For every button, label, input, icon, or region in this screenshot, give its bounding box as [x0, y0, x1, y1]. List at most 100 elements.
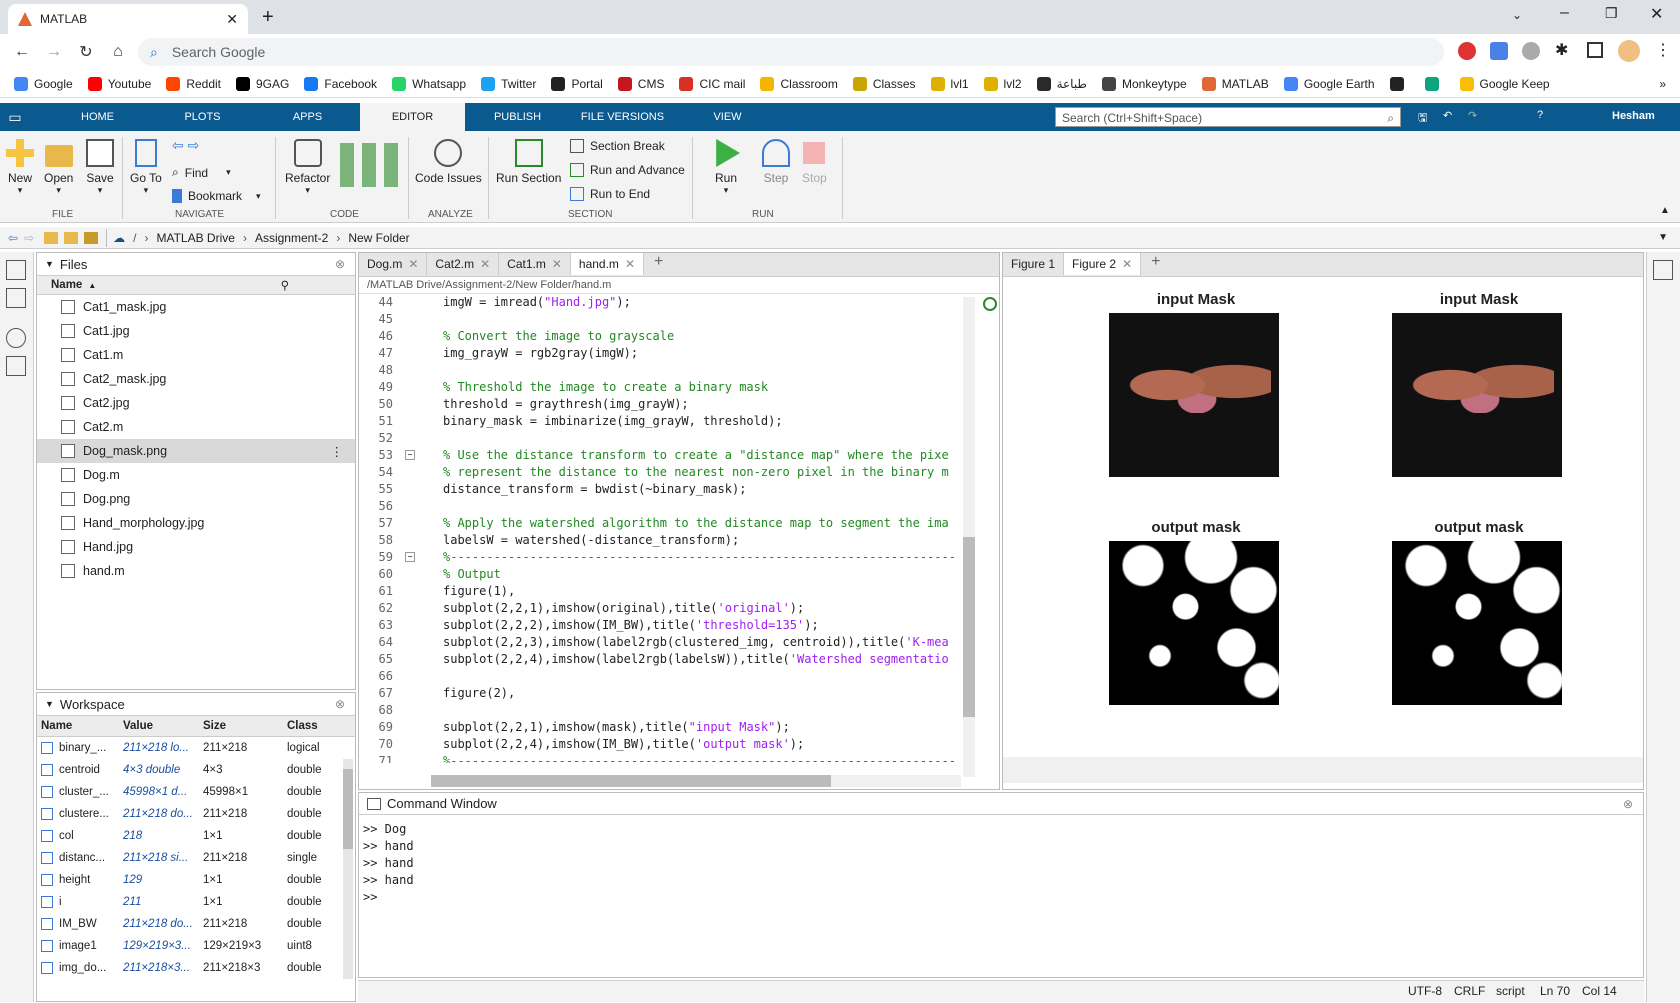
- save-quick-icon[interactable]: 🖫: [1418, 109, 1427, 128]
- code-line[interactable]: 53% Use the distance transform to create…: [363, 447, 999, 464]
- panel-close-icon[interactable]: ⊗: [335, 257, 345, 271]
- code-line[interactable]: 48: [363, 362, 999, 379]
- files-panel-icon[interactable]: [6, 260, 26, 280]
- user-menu[interactable]: Hesham: [1612, 110, 1655, 122]
- file-item[interactable]: hand.m: [37, 559, 355, 583]
- breadcrumb-folder[interactable]: New Folder: [348, 231, 409, 245]
- bookmark-item[interactable]: 9GAG: [236, 76, 289, 91]
- redo-icon[interactable]: ↷: [1468, 109, 1477, 122]
- toolstrip-tab-home[interactable]: HOME: [45, 103, 150, 131]
- close-tab-icon[interactable]: ✕: [226, 11, 238, 28]
- code-line[interactable]: 52: [363, 430, 999, 447]
- file-item[interactable]: Cat1.jpg: [37, 319, 355, 343]
- code-line[interactable]: 67 figure(2),: [363, 685, 999, 702]
- code-line[interactable]: 62 subplot(2,2,1),imshow(original),title(…: [363, 600, 999, 617]
- open-button[interactable]: Open ▾: [44, 139, 73, 196]
- path-forward-icon[interactable]: ⇨: [24, 231, 34, 245]
- path-dropdown-icon[interactable]: ▼: [1658, 232, 1668, 243]
- editor-hscroll[interactable]: [431, 775, 961, 787]
- matlab-logo-icon[interactable]: ▭: [0, 109, 30, 126]
- bookmark-item[interactable]: طباعة: [1036, 76, 1087, 91]
- figure-tab[interactable]: Figure 2 ✕: [1064, 253, 1142, 275]
- bookmark-item[interactable]: CIC mail: [679, 76, 745, 91]
- breadcrumb-assignment[interactable]: Assignment-2: [255, 231, 328, 245]
- bookmark-item[interactable]: Reddit: [166, 76, 221, 91]
- code-area[interactable]: 44 imgW = imread("Hand.jpg"); 45 46% Conver…: [359, 293, 999, 763]
- bookmark-item[interactable]: Google Earth: [1283, 76, 1375, 91]
- file-item[interactable]: Cat2.jpg: [37, 391, 355, 415]
- extension-icon[interactable]: [1458, 42, 1476, 60]
- toolstrip-tab-apps[interactable]: APPS: [255, 103, 360, 131]
- bookmark-item[interactable]: Portal: [551, 76, 603, 91]
- file-item[interactable]: Hand_morphology.jpg: [37, 511, 355, 535]
- workspace-row[interactable]: IM_BW 211×218 do... 211×218 double: [37, 913, 355, 935]
- breadcrumb-drive[interactable]: MATLAB Drive: [156, 231, 234, 245]
- refactor-button[interactable]: Refactor ▾: [285, 139, 330, 196]
- forward-icon[interactable]: →: [40, 38, 68, 66]
- documentation-icon[interactable]: [1653, 260, 1673, 280]
- workspace-row[interactable]: centroid 4×3 double 4×3 double: [37, 759, 355, 781]
- close-tab-icon[interactable]: ✕: [408, 257, 418, 271]
- code-line[interactable]: 61 figure(1),: [363, 583, 999, 600]
- code-line[interactable]: 56: [363, 498, 999, 515]
- browse-folder-icon[interactable]: [64, 231, 79, 244]
- collapse-icon[interactable]: ▼: [45, 699, 54, 709]
- more-options-icon[interactable]: ⋮: [331, 444, 344, 459]
- add-tab-icon[interactable]: +: [644, 253, 673, 276]
- puzzle-icon[interactable]: ✱: [1555, 40, 1568, 60]
- back-icon[interactable]: ←: [8, 38, 36, 66]
- bookmark-item[interactable]: MATLAB: [1201, 76, 1269, 91]
- toolstrip-tab-editor[interactable]: EDITOR: [360, 103, 465, 131]
- tab-search-icon[interactable]: ⌄: [1512, 8, 1522, 22]
- profile-avatar[interactable]: [1618, 40, 1640, 62]
- bookmark-item[interactable]: Google Keep: [1459, 76, 1550, 91]
- code-line[interactable]: 45: [363, 311, 999, 328]
- code-line[interactable]: 50 threshold = graythresh(img_grayW);: [363, 396, 999, 413]
- figure-canvas[interactable]: input Mask input Mask output mask output…: [1003, 277, 1643, 783]
- bookmark-item[interactable]: Facebook: [304, 76, 377, 91]
- new-tab-icon[interactable]: +: [262, 6, 274, 29]
- maximize-icon[interactable]: ❐: [1605, 5, 1618, 22]
- run-button[interactable]: Run ▾: [712, 139, 740, 196]
- bookmark-item[interactable]: lvl1: [930, 76, 969, 91]
- toolstrip-tab-file-versions[interactable]: FILE VERSIONS: [570, 103, 675, 131]
- file-item[interactable]: Cat2_mask.jpg: [37, 367, 355, 391]
- bookmark-item[interactable]: Classroom: [760, 76, 838, 91]
- workspace-row[interactable]: clustere... 211×218 do... 211×218 double: [37, 803, 355, 825]
- bookmark-item[interactable]: Classes: [852, 76, 916, 91]
- bookmark-item[interactable]: [1424, 76, 1445, 91]
- status-col[interactable]: Col 14: [1582, 984, 1617, 998]
- code-line[interactable]: 60% Output: [363, 566, 999, 583]
- workspace-row[interactable]: img_do... 211×218×3... 211×218×3 double: [37, 957, 355, 979]
- workspace-scrollbar[interactable]: [343, 759, 353, 979]
- history-folder-icon[interactable]: [84, 231, 99, 244]
- bookmark-item[interactable]: Youtube: [87, 76, 151, 91]
- code-tools-icons[interactable]: [340, 143, 400, 187]
- stop-button[interactable]: Stop: [802, 139, 827, 185]
- panel-close-icon[interactable]: ⊗: [335, 697, 345, 711]
- close-tab-icon[interactable]: ✕: [552, 257, 562, 271]
- add-figure-icon[interactable]: +: [1141, 253, 1170, 276]
- matlab-search-input[interactable]: Search (Ctrl+Shift+Space) ⌕: [1055, 107, 1401, 127]
- code-line[interactable]: 55 distance_transform = bwdist(~binary_ma…: [363, 481, 999, 498]
- figure-tab[interactable]: Figure 1: [1003, 253, 1065, 275]
- code-line[interactable]: 69 subplot(2,2,1),imshow(mask),title("inp…: [363, 719, 999, 736]
- files-header[interactable]: Name ▲ ⚲: [37, 275, 355, 295]
- bookmark-item[interactable]: [1389, 76, 1410, 91]
- save-button[interactable]: Save ▾: [86, 139, 114, 196]
- collapse-icon[interactable]: ▼: [45, 259, 54, 269]
- file-item[interactable]: Cat1_mask.jpg: [37, 295, 355, 319]
- file-item[interactable]: Dog.png: [37, 487, 355, 511]
- editor-tab[interactable]: Dog.m ✕: [359, 253, 428, 275]
- extension2-icon[interactable]: [1522, 42, 1540, 60]
- toolstrip-tab-publish[interactable]: PUBLISH: [465, 103, 570, 131]
- fold-icon[interactable]: −: [405, 552, 415, 562]
- fold-icon[interactable]: −: [405, 450, 415, 460]
- code-line[interactable]: 54% represent the distance to the neares…: [363, 464, 999, 481]
- workspace-row[interactable]: i 211 1×1 double: [37, 891, 355, 913]
- file-item[interactable]: Hand.jpg: [37, 535, 355, 559]
- translate-icon[interactable]: [1490, 42, 1508, 60]
- file-item[interactable]: Dog.m: [37, 463, 355, 487]
- new-button[interactable]: New ▾: [6, 139, 34, 196]
- menu-icon[interactable]: ⋮: [1655, 40, 1671, 60]
